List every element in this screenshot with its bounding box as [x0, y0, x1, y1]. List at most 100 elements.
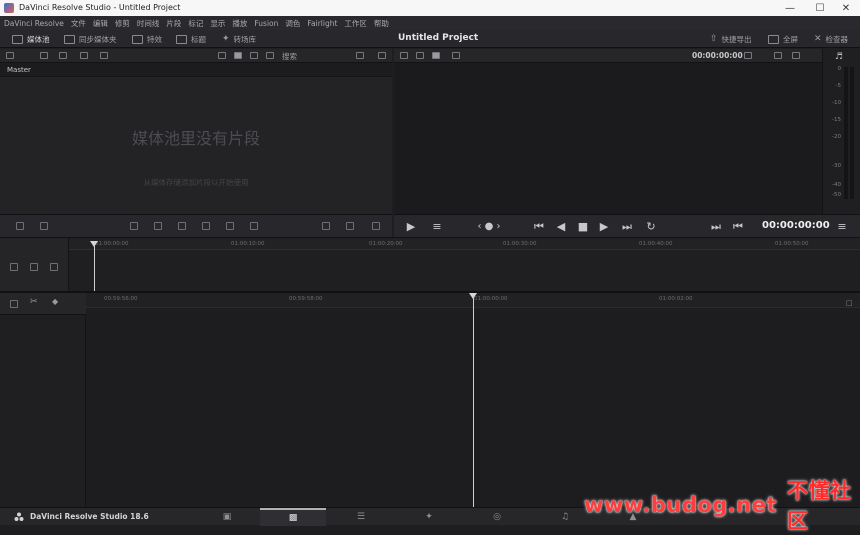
go-to-start-icon[interactable]: ⏮	[530, 219, 548, 234]
picture-in-picture-icon[interactable]	[346, 222, 354, 230]
sync-bin-button[interactable]: 同步媒体夹	[64, 33, 117, 45]
menu-playback[interactable]: 播放	[232, 18, 247, 29]
timeline-view-icon[interactable]	[416, 52, 424, 59]
menu-workspace[interactable]: 工作区	[344, 18, 367, 29]
app-version: DaVinci Resolve Studio 18.6	[30, 512, 149, 521]
place-on-top-icon[interactable]	[226, 222, 234, 230]
stop-icon[interactable]: ■	[574, 219, 592, 234]
menu-help[interactable]: 帮助	[374, 18, 389, 29]
append-clip-icon[interactable]	[40, 222, 48, 230]
master-bin[interactable]: Master	[0, 63, 392, 77]
davinci-app-icon	[4, 3, 14, 13]
effects-button[interactable]: 特效	[132, 33, 162, 45]
append-icon[interactable]	[154, 222, 162, 230]
playhead-timecode[interactable]: 00:00:00:00	[762, 220, 830, 231]
loop-icon[interactable]: ↻	[642, 219, 660, 234]
timeline-options-icon[interactable]	[10, 263, 18, 271]
media-pool-actions	[0, 214, 392, 237]
ruler-label: 01:00:50:00	[775, 241, 809, 247]
fusion-page-icon[interactable]: ✦	[396, 508, 462, 526]
smart-bin-icon[interactable]	[80, 52, 88, 59]
media-page-icon[interactable]: ▣	[194, 508, 260, 526]
track-view-icon[interactable]	[10, 300, 18, 308]
color-page-icon[interactable]: ◎	[464, 508, 530, 526]
menu-icon[interactable]: ≡	[834, 219, 850, 234]
play-icon[interactable]: ▶	[595, 219, 613, 234]
fullscreen-button[interactable]: 全屏	[768, 33, 798, 45]
quick-export-button[interactable]: ⇧ 快捷导出	[710, 33, 752, 45]
media-pool-panel[interactable]: Master 媒体池里没有片段 从媒体存储添加片段以开始使用	[0, 63, 392, 214]
source-timecode: 00:00:00:00	[692, 51, 743, 60]
source-overwrite-icon[interactable]	[250, 222, 258, 230]
split-view-icon[interactable]	[372, 222, 380, 230]
safe-area-icon[interactable]	[432, 52, 440, 59]
upper-playhead[interactable]	[94, 241, 95, 292]
ruler-label: 01:00:30:00	[503, 241, 537, 247]
effects-icon	[132, 34, 143, 44]
thumbnail-view-icon[interactable]	[234, 52, 242, 59]
transitions-button[interactable]: ✦ 转场库	[222, 33, 256, 45]
viewer-mode-icon[interactable]	[452, 52, 460, 59]
menu-view[interactable]: 显示	[210, 18, 225, 29]
close-up-icon[interactable]	[202, 222, 210, 230]
menu-davinci-resolve[interactable]: DaVinci Resolve	[4, 19, 64, 28]
previous-edit-icon[interactable]: ⏮	[730, 219, 746, 234]
menu-mark[interactable]: 标记	[188, 18, 203, 29]
scissors-icon[interactable]: ✂	[30, 297, 38, 307]
quick-export-label: 快捷导出	[721, 34, 752, 44]
menu-trim[interactable]: 修剪	[115, 18, 130, 29]
close-icon[interactable]: ✕	[832, 0, 860, 16]
zoom-icon[interactable]	[50, 263, 58, 271]
sort-icon[interactable]	[356, 52, 364, 59]
sync-clip-icon[interactable]: ▶	[402, 219, 420, 234]
titles-label: 标题	[191, 34, 206, 44]
adjust-icon[interactable]: ≡	[428, 219, 446, 234]
insert-clip-icon[interactable]	[16, 222, 24, 230]
link-icon[interactable]	[100, 52, 108, 59]
filmstrip-view-icon[interactable]	[250, 52, 258, 59]
scale-icon[interactable]	[774, 52, 782, 59]
audio-track-icon[interactable]	[30, 263, 38, 271]
maximize-icon[interactable]: ☐	[806, 0, 834, 16]
search-label[interactable]: 搜索	[282, 51, 297, 62]
lower-timeline[interactable]: ✂ ◆ 00:59:56:00 00:59:58:00 01:00:00:00 …	[0, 291, 860, 509]
menu-fusion[interactable]: Fusion	[254, 19, 278, 28]
source-view-icon[interactable]	[400, 52, 408, 59]
smart-insert-icon[interactable]	[130, 222, 138, 230]
list-view-icon[interactable]	[266, 52, 274, 59]
ripple-overwrite-icon[interactable]	[178, 222, 186, 230]
metadata-view-icon[interactable]	[218, 52, 226, 59]
upper-timeline-ruler[interactable]: 01:00:00:00 01:00:10:00 01:00:20:00 01:0…	[69, 238, 860, 250]
new-bin-icon[interactable]	[59, 52, 67, 59]
upper-timeline[interactable]: 01:00:00:00 01:00:10:00 01:00:20:00 01:0…	[0, 237, 860, 292]
speaker-icon[interactable]: ♬	[835, 52, 843, 62]
menu-file[interactable]: 文件	[71, 18, 86, 29]
empty-media-pool-message: 媒体池里没有片段	[131, 129, 260, 148]
cut-page-icon[interactable]: ▩	[260, 508, 326, 526]
menu-color[interactable]: 调色	[285, 18, 300, 29]
menu-clip[interactable]: 片段	[166, 18, 181, 29]
clip-view-icon[interactable]	[322, 222, 330, 230]
viewer-canvas[interactable]	[394, 63, 822, 214]
window-title: DaVinci Resolve Studio - Untitled Projec…	[19, 3, 181, 12]
jog-control[interactable]: ‹ ● ›	[472, 219, 506, 234]
titles-button[interactable]: 标题	[176, 33, 206, 45]
viewer-options-icon[interactable]	[744, 52, 752, 59]
options-icon[interactable]	[378, 52, 386, 59]
go-to-end-icon[interactable]: ⏭	[618, 219, 636, 234]
play-reverse-icon[interactable]: ◀	[552, 219, 570, 234]
shield-icon[interactable]: ◆	[52, 297, 58, 306]
inspector-button[interactable]: ✕ 检查器	[814, 33, 848, 45]
bin-list-toggle-icon[interactable]	[6, 52, 14, 59]
media-pool-button[interactable]: 媒体池	[12, 33, 50, 45]
zoom-out-icon[interactable]: □	[846, 299, 853, 307]
lower-playhead[interactable]	[473, 293, 474, 509]
import-media-icon[interactable]	[40, 52, 48, 59]
minimize-icon[interactable]: —	[776, 0, 804, 16]
menu-edit[interactable]: 编辑	[93, 18, 108, 29]
transform-icon[interactable]	[792, 52, 800, 59]
edit-page-icon[interactable]: ☰	[328, 508, 394, 526]
next-edit-icon[interactable]: ⏭	[708, 219, 724, 234]
menu-timeline[interactable]: 时间线	[137, 18, 160, 29]
menu-fairlight[interactable]: Fairlight	[307, 19, 337, 28]
